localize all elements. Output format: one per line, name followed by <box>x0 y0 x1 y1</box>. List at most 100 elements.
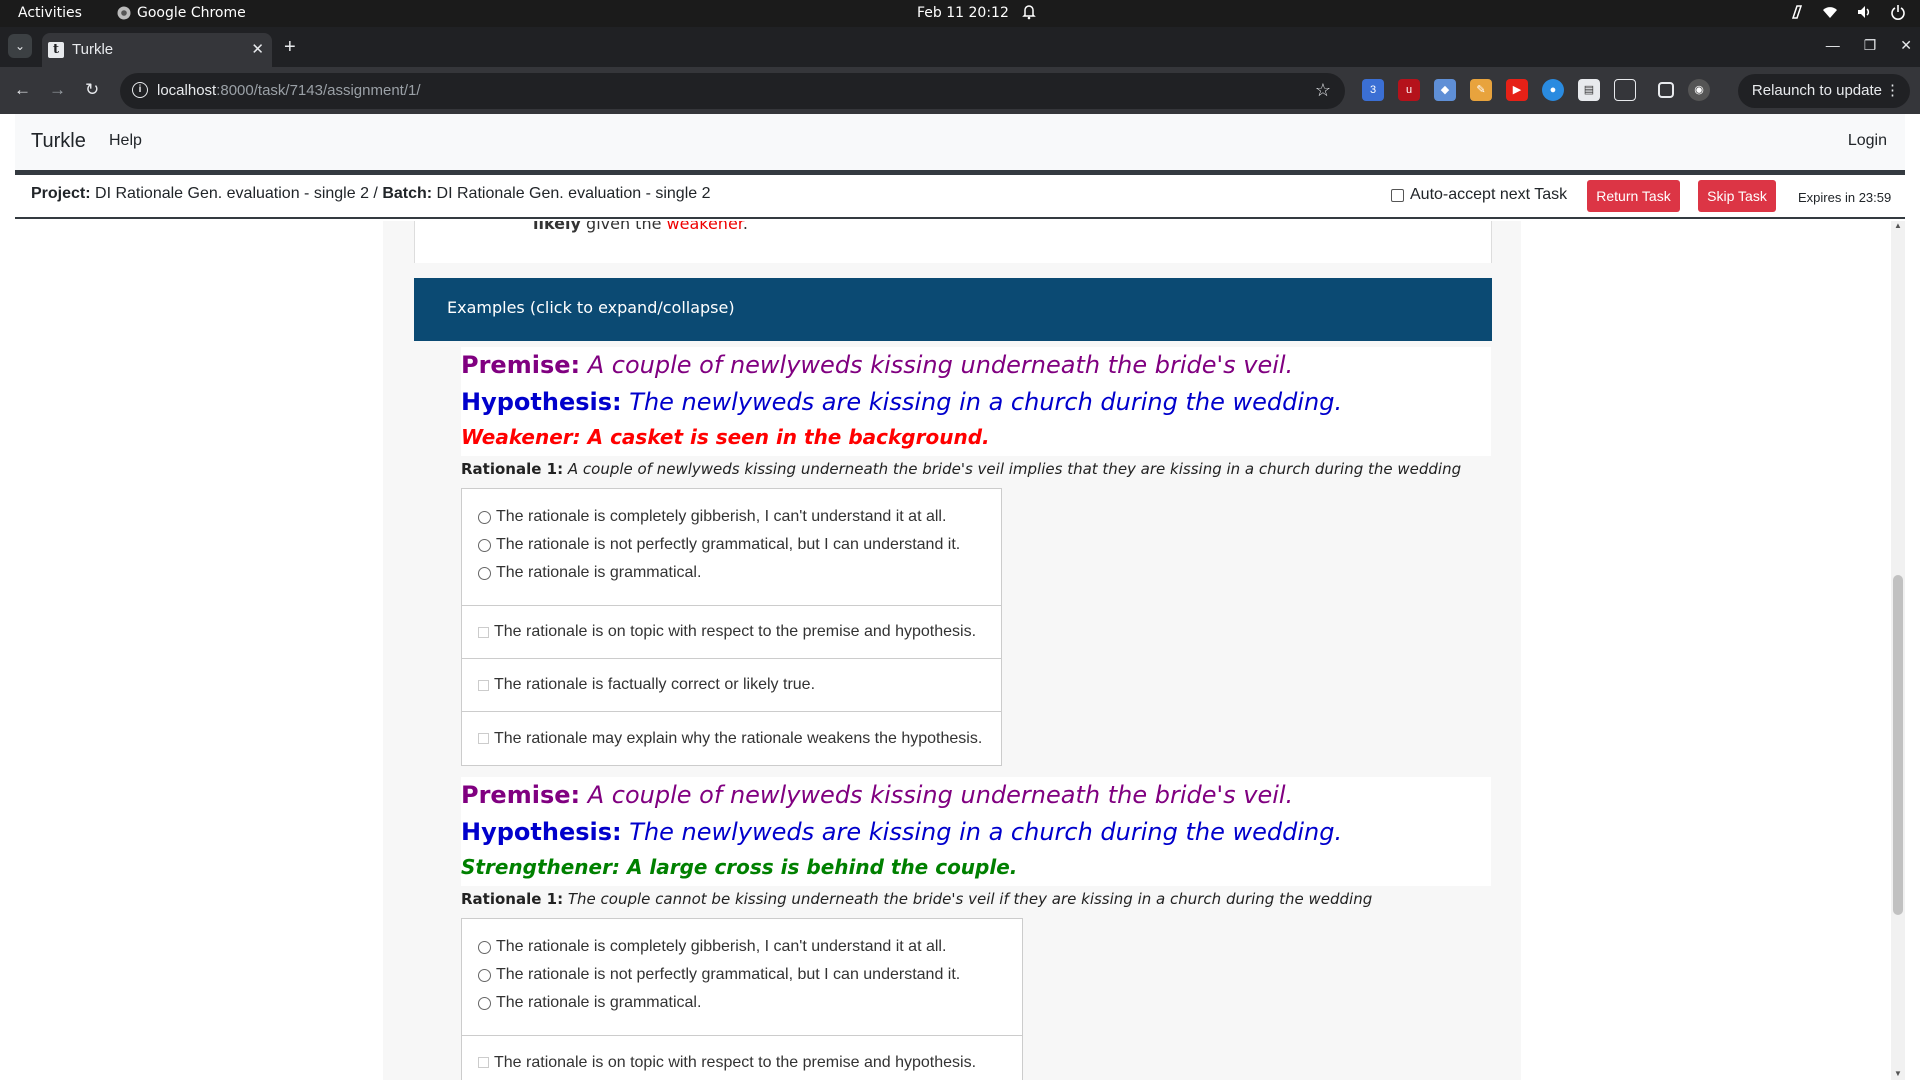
tab-strip: ⌄ t Turkle ✕ + — ❐ ✕ <box>0 27 1920 67</box>
weakener: Weakener: A casket is seen in the backgr… <box>461 425 990 449</box>
radio-option-gibberish[interactable]: The rationale is completely gibberish, I… <box>478 503 987 531</box>
window-controls: — ❐ ✕ <box>1826 37 1912 54</box>
clock[interactable]: Feb 11 20:12 <box>917 5 1009 21</box>
wifi-icon <box>1823 7 1837 18</box>
radio-button[interactable] <box>478 940 491 954</box>
minimize-icon[interactable]: — <box>1826 37 1840 54</box>
scroll-down-icon[interactable]: ▼ <box>1894 1069 1902 1078</box>
auto-accept-toggle[interactable]: Auto-accept next Task <box>1391 186 1567 204</box>
bookmark-star-icon[interactable]: ☆ <box>1315 80 1331 101</box>
site-navbar: Turkle Help Login <box>15 114 1905 170</box>
volume-icon <box>1858 6 1870 18</box>
checkbox-on-topic[interactable]: The rationale is on topic with respect t… <box>462 606 1001 659</box>
auto-accept-checkbox[interactable] <box>1391 188 1404 202</box>
checkbox[interactable] <box>478 626 489 638</box>
auto-accept-label: Auto-accept next Task <box>1410 186 1568 203</box>
close-tab-icon[interactable]: ✕ <box>251 40 264 58</box>
example-header: Premise: A couple of newlyweds kissing u… <box>461 777 1491 886</box>
instruction-line: likely given the weakener. <box>533 221 748 233</box>
strengthener: Strengthener: A large cross is behind th… <box>461 855 1018 879</box>
scrollbar-thumb[interactable] <box>1893 575 1903 915</box>
radio-button[interactable] <box>478 968 491 982</box>
web-page: Turkle Help Login Project: DI Rationale … <box>0 114 1920 1080</box>
ublock-icon[interactable]: u <box>1398 79 1420 101</box>
checkbox[interactable] <box>478 679 489 691</box>
radio-option-not-grammatical[interactable]: The rationale is not perfectly grammatic… <box>478 531 987 559</box>
premise: Premise: A couple of newlyweds kissing u… <box>461 781 1294 809</box>
radio-option-grammatical[interactable]: The rationale is grammatical. <box>478 559 987 587</box>
site-info-icon[interactable]: i <box>132 82 148 98</box>
back-arrow-icon[interactable]: ← <box>14 80 31 100</box>
tab-title: Turkle <box>72 41 114 58</box>
extension-doc-icon[interactable]: ▤ <box>1578 79 1600 101</box>
radio-button[interactable] <box>478 510 491 524</box>
radio-option-gibberish[interactable]: The rationale is completely gibberish, I… <box>478 933 1008 961</box>
extension-tools-icon[interactable]: ◆ <box>1434 79 1456 101</box>
tab-search-button[interactable]: ⌄ <box>8 34 32 58</box>
instructions-box: likely given the weakener. <box>414 221 1492 263</box>
help-link[interactable]: Help <box>109 132 142 150</box>
turkle-favicon-icon: t <box>48 42 64 58</box>
power-icon <box>1891 5 1905 20</box>
new-tab-button[interactable]: + <box>284 36 296 59</box>
grammar-radio-group: The rationale is completely gibberish, I… <box>462 919 1022 1036</box>
browser-toolbar: ← → ↻ i localhost:8000/task/7143/assignm… <box>0 67 1920 114</box>
iframe-scrollbar[interactable]: ▲ ▼ <box>1891 221 1905 1080</box>
rating-form: The rationale is completely gibberish, I… <box>461 488 1002 766</box>
url-text[interactable]: localhost:8000/task/7143/assignment/1/ <box>157 82 421 99</box>
close-window-icon[interactable]: ✕ <box>1900 37 1912 54</box>
checkbox[interactable] <box>478 733 489 744</box>
radio-option-grammatical[interactable]: The rationale is grammatical. <box>478 989 1008 1017</box>
tab-turkle[interactable]: t Turkle ✕ <box>42 33 272 67</box>
chrome-icon <box>117 6 131 20</box>
rating-form: The rationale is completely gibberish, I… <box>461 918 1023 1080</box>
profile-avatar-icon[interactable]: ◉ <box>1688 79 1710 101</box>
extension-bird-icon[interactable]: ● <box>1542 79 1564 101</box>
hit-content: likely given the weakener. Examples (cli… <box>383 221 1521 1080</box>
checkbox-factual[interactable]: The rationale is factually correct or li… <box>462 659 1001 712</box>
checkbox[interactable] <box>478 1057 489 1068</box>
radio-button[interactable] <box>478 996 491 1010</box>
reload-icon[interactable]: ↻ <box>85 80 99 100</box>
menu-kebab-icon[interactable]: ⋮ <box>1885 74 1900 108</box>
side-panel-icon[interactable] <box>1658 82 1674 98</box>
extensions-puzzle-icon[interactable] <box>1614 79 1636 101</box>
extension-shield-icon[interactable]: 3 <box>1362 79 1384 101</box>
task-info-bar: Project: DI Rationale Gen. evaluation - … <box>15 175 1905 219</box>
skip-task-button[interactable]: Skip Task <box>1698 180 1776 212</box>
premise: Premise: A couple of newlyweds kissing u… <box>461 351 1294 379</box>
forward-arrow-icon[interactable]: → <box>49 80 66 100</box>
example-item: Premise: A couple of newlyweds kissing u… <box>461 777 1491 1080</box>
radio-button[interactable] <box>478 538 491 552</box>
project-batch-info: Project: DI Rationale Gen. evaluation - … <box>31 185 711 202</box>
checkbox-explains[interactable]: The rationale may explain why the ration… <box>462 712 1001 765</box>
brand-link[interactable]: Turkle <box>31 130 86 153</box>
login-link[interactable]: Login <box>1848 132 1887 150</box>
scroll-up-icon[interactable]: ▲ <box>1894 221 1902 230</box>
relaunch-button[interactable]: Relaunch to update ⋮ <box>1737 74 1910 108</box>
extensions-area: 3 u ◆ ✎ ▶ ● ▤ ◉ <box>1362 79 1710 101</box>
rationale: Rationale 1: A couple of newlyweds kissi… <box>461 460 1462 478</box>
task-iframe: likely given the weakener. Examples (cli… <box>15 221 1905 1080</box>
rationale: Rationale 1: The couple cannot be kissin… <box>461 890 1373 908</box>
relaunch-label: Relaunch to update <box>1751 82 1882 99</box>
example-item: Premise: A couple of newlyweds kissing u… <box>461 347 1491 766</box>
youtube-icon[interactable]: ▶ <box>1506 79 1528 101</box>
restore-icon[interactable]: ❐ <box>1864 37 1877 54</box>
assistant-icon <box>1791 5 1803 19</box>
expires-timer: Expires in 23:59 <box>1798 190 1892 205</box>
hypothesis: Hypothesis: The newlyweds are kissing in… <box>461 818 1343 846</box>
app-menu[interactable]: Google Chrome <box>117 5 246 21</box>
radio-button[interactable] <box>478 566 491 580</box>
example-header: Premise: A couple of newlyweds kissing u… <box>461 347 1491 456</box>
examples-toggle[interactable]: Examples (click to expand/collapse) <box>414 278 1492 341</box>
checkbox-on-topic[interactable]: The rationale is on topic with respect t… <box>462 1036 1022 1080</box>
address-bar[interactable]: i localhost:8000/task/7143/assignment/1/… <box>120 73 1345 109</box>
return-task-button[interactable]: Return Task <box>1587 180 1680 212</box>
system-tray[interactable] <box>1790 4 1906 20</box>
extension-pen-icon[interactable]: ✎ <box>1470 79 1492 101</box>
radio-option-not-grammatical[interactable]: The rationale is not perfectly grammatic… <box>478 961 1008 989</box>
grammar-radio-group: The rationale is completely gibberish, I… <box>462 489 1001 606</box>
activities-button[interactable]: Activities <box>18 5 82 21</box>
hypothesis: Hypothesis: The newlyweds are kissing in… <box>461 388 1343 416</box>
